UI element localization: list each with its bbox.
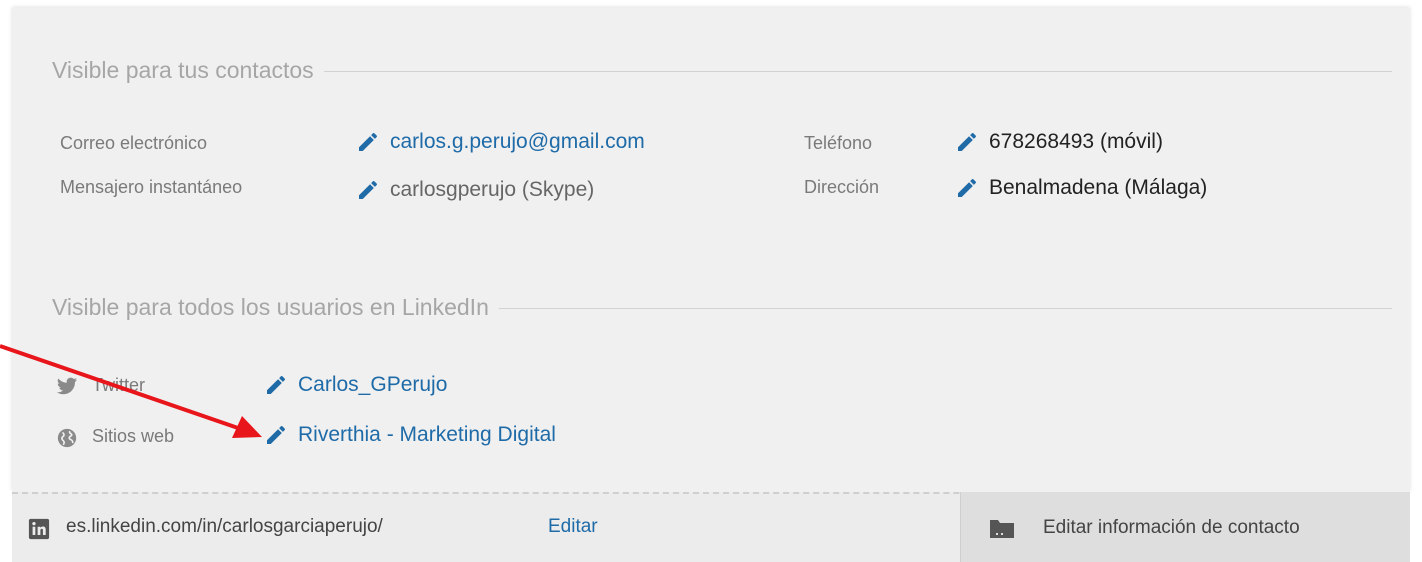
edit-contact-info-label: Editar información de contacto <box>1043 517 1300 538</box>
phone-value: 678268493 (móvil) <box>989 130 1163 153</box>
pencil-icon[interactable] <box>356 130 380 154</box>
pencil-icon[interactable] <box>955 176 979 200</box>
email-link[interactable]: carlos.g.perujo@gmail.com <box>356 130 645 154</box>
pencil-icon[interactable] <box>264 423 288 447</box>
phone-field[interactable]: 678268493 (móvil) <box>955 130 1163 154</box>
address-field[interactable]: Benalmadena (Málaga) <box>955 176 1207 200</box>
im-label: Mensajero instantáneo <box>60 177 243 197</box>
website-link[interactable]: Riverthia - Marketing Digital <box>264 423 556 447</box>
im-field[interactable]: carlosgperujo (Skype) <box>356 178 594 202</box>
public-section-title: Visible para todos los usuarios en Linke… <box>52 293 489 320</box>
section-divider <box>498 308 1392 309</box>
edit-contact-info-button[interactable]: Editar información de contacto <box>960 492 1410 562</box>
email-label: Correo electrónico <box>60 133 208 153</box>
pencil-icon[interactable] <box>264 373 288 397</box>
im-value: carlosgperujo (Skype) <box>390 178 595 201</box>
contacts-section-header: Visible para tus contactos <box>52 56 1392 84</box>
twitter-label: Twitter <box>92 375 146 395</box>
pencil-icon[interactable] <box>955 130 979 154</box>
twitter-bird-icon <box>56 377 78 395</box>
address-label: Dirección <box>804 177 880 197</box>
profile-footer: es.linkedin.com/in/carlosgarciaperujo/ E… <box>12 492 1410 562</box>
edit-url-link[interactable]: Editar <box>548 516 598 538</box>
public-section-header: Visible para todos los usuarios en Linke… <box>52 293 1392 321</box>
contacts-section-title: Visible para tus contactos <box>52 56 314 83</box>
profile-url: es.linkedin.com/in/carlosgarciaperujo/ <box>66 516 383 537</box>
phone-label: Teléfono <box>804 133 873 153</box>
pencil-icon[interactable] <box>356 178 380 202</box>
briefcase-icon <box>990 520 1014 538</box>
contact-info-panel: Visible para tus contactos Correo electr… <box>12 8 1410 492</box>
address-value: Benalmadena (Málaga) <box>989 176 1208 199</box>
globe-icon <box>57 428 77 448</box>
websites-label: Sitios web <box>92 426 175 446</box>
website-value[interactable]: Riverthia - Marketing Digital <box>298 423 556 447</box>
twitter-value[interactable]: Carlos_GPerujo <box>298 373 447 397</box>
linkedin-icon <box>28 518 50 540</box>
email-value[interactable]: carlos.g.perujo@gmail.com <box>390 130 645 154</box>
section-divider <box>323 71 1392 72</box>
twitter-link[interactable]: Carlos_GPerujo <box>264 373 447 397</box>
